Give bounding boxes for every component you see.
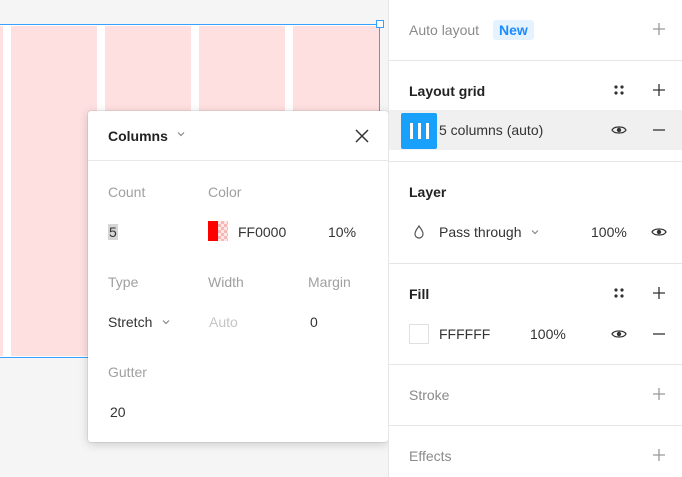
resize-handle[interactable] [376,20,384,28]
auto-layout-section: Auto layout New [389,0,682,61]
layer-opacity-input[interactable]: 100% [591,224,627,240]
eye-icon[interactable] [651,224,667,240]
columns-grid-popover: Columns Count Color 5 FF0000 10% Type Wi… [88,111,388,442]
fill-section: Fill [389,264,682,365]
margin-input[interactable]: 0 [310,314,318,330]
count-input[interactable]: 5 [108,224,118,240]
plus-icon[interactable] [651,285,667,301]
gutter-label: Gutter [108,364,147,380]
fill-title: Fill [409,286,430,302]
layout-grid-icon[interactable] [401,113,437,149]
effects-title: Effects [409,448,452,464]
auto-layout-title: Auto layout [409,22,480,38]
chevron-down-icon[interactable] [176,129,186,139]
properties-panel: Auto layout New Layout grid 5 columns (a… [388,0,682,477]
minus-icon[interactable] [651,326,667,342]
eye-icon[interactable] [611,326,627,342]
minus-icon[interactable] [651,122,667,138]
grid-column [0,26,3,356]
chevron-down-icon[interactable] [161,317,171,327]
stroke-title: Stroke [409,387,450,403]
blend-mode-dropdown[interactable]: Pass through [439,224,522,240]
color-swatch[interactable] [208,221,228,241]
color-hex-input[interactable]: FF0000 [238,224,286,240]
grid-column [11,26,97,356]
drag-dots-icon[interactable] [611,82,627,98]
fill-opacity-input[interactable]: 100% [530,326,566,342]
width-label: Width [208,274,244,290]
new-badge: New [493,20,534,40]
type-dropdown[interactable]: Stretch [108,314,152,330]
layer-section: Layer Pass through 100% [389,162,682,264]
layout-grid-item-label[interactable]: 5 columns (auto) [439,122,543,138]
type-label: Type [108,274,139,290]
fill-hex-input[interactable]: FFFFFF [439,326,490,342]
color-label: Color [208,184,242,200]
stroke-section: Stroke [389,365,682,426]
popover-header: Columns [88,111,388,161]
plus-icon[interactable] [651,447,667,463]
plus-icon[interactable] [651,386,667,402]
width-input[interactable]: Auto [209,314,238,330]
margin-label: Margin [308,274,351,290]
layer-title: Layer [409,184,447,200]
gutter-input[interactable]: 20 [110,404,126,420]
layout-grid-title: Layout grid [409,83,486,99]
drag-dots-icon[interactable] [611,285,627,301]
close-icon[interactable] [354,128,370,144]
plus-icon[interactable] [651,82,667,98]
eye-icon[interactable] [611,122,627,138]
blend-drop-icon [414,224,424,239]
plus-icon[interactable] [651,21,667,37]
effects-section: Effects [389,426,682,477]
count-label: Count [108,184,146,200]
fill-color-swatch[interactable] [409,324,429,344]
chevron-down-icon[interactable] [530,227,540,237]
color-opacity-input[interactable]: 10% [328,224,356,240]
grid-type-dropdown[interactable]: Columns [108,128,168,144]
